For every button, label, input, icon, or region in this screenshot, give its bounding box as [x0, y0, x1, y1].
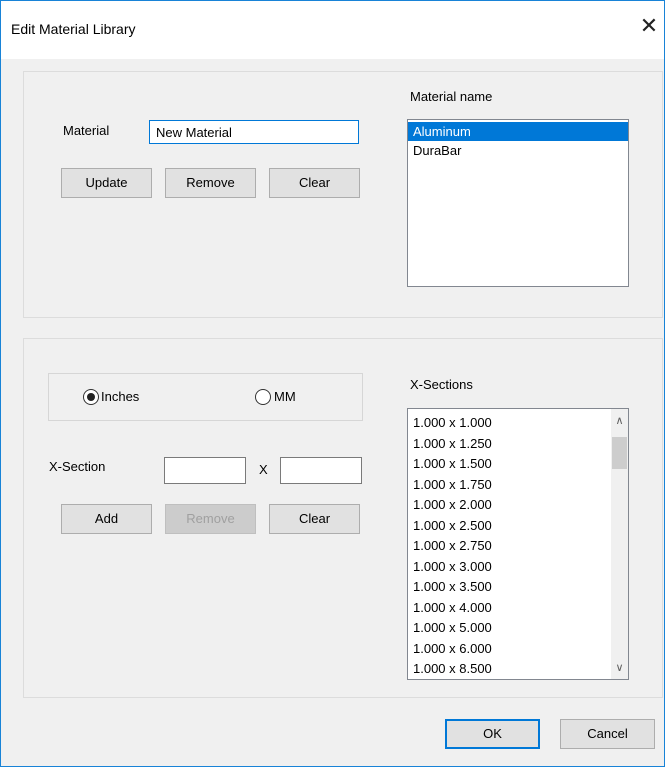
xsection-list-item[interactable]: 1.000 x 5.000	[408, 618, 611, 639]
scroll-up-arrow-icon[interactable]: ∧	[611, 412, 628, 429]
ok-button[interactable]: OK	[445, 719, 540, 749]
xsection-list-item[interactable]: 1.000 x 1.000	[408, 413, 611, 434]
edit-material-library-dialog: Edit Material Library ✕ Material New Mat…	[0, 0, 665, 767]
scroll-down-arrow-icon[interactable]: ∨	[611, 659, 628, 676]
add-xsection-button[interactable]: Add	[61, 504, 152, 534]
xsections-scrollbar[interactable]: ∧ ∨	[611, 409, 628, 679]
material-label: Material	[63, 123, 110, 138]
xsection-list-item[interactable]: 1.000 x 3.000	[408, 557, 611, 578]
update-button[interactable]: Update	[61, 168, 152, 198]
cancel-button[interactable]: Cancel	[560, 719, 655, 749]
xsection-list-item[interactable]: 1.000 x 8.500	[408, 659, 611, 679]
xsection-label: X-Section	[49, 459, 106, 474]
xsection-list-item[interactable]: 1.000 x 1.250	[408, 434, 611, 455]
inches-label: Inches	[101, 389, 140, 404]
mm-label: MM	[274, 389, 296, 404]
dialog-title: Edit Material Library	[11, 21, 136, 37]
material-input[interactable]: New Material	[149, 120, 359, 144]
xsection-list-item[interactable]: 1.000 x 2.750	[408, 536, 611, 557]
xsection-list-item[interactable]: 1.000 x 6.000	[408, 639, 611, 660]
xsections-header: X-Sections	[410, 377, 473, 392]
xsections-items: 1.000 x 1.000 1.000 x 1.250 1.000 x 1.500 1…	[408, 413, 611, 679]
xsection-list-item[interactable]: 1.000 x 1.750	[408, 475, 611, 496]
xsection-height-input[interactable]	[280, 457, 362, 484]
close-icon[interactable]: ✕	[637, 15, 661, 39]
x-separator: X	[259, 462, 268, 477]
xsection-width-input[interactable]	[164, 457, 246, 484]
inches-radio[interactable]	[83, 389, 99, 405]
clear-xsection-button[interactable]: Clear	[269, 504, 360, 534]
xsections-listbox[interactable]: 1.000 x 1.000 1.000 x 1.250 1.000 x 1.500 1…	[407, 408, 629, 680]
clear-material-button[interactable]: Clear	[269, 168, 360, 198]
xsection-list-item[interactable]: 1.000 x 4.000	[408, 598, 611, 619]
xsection-list-item[interactable]: 1.000 x 2.000	[408, 495, 611, 516]
title-bar: Edit Material Library ✕	[1, 1, 664, 59]
remove-xsection-button[interactable]: Remove	[165, 504, 256, 534]
xsection-list-item[interactable]: 1.000 x 2.500	[408, 516, 611, 537]
material-list-item[interactable]: DuraBar	[408, 141, 628, 160]
xsection-list-item[interactable]: 1.000 x 3.500	[408, 577, 611, 598]
material-name-header: Material name	[410, 89, 493, 104]
scroll-thumb[interactable]	[612, 437, 627, 469]
remove-material-button[interactable]: Remove	[165, 168, 256, 198]
xsection-list-item[interactable]: 1.000 x 1.500	[408, 454, 611, 475]
mm-radio[interactable]	[255, 389, 271, 405]
material-list-item[interactable]: Aluminum	[408, 122, 628, 141]
material-listbox[interactable]: Aluminum DuraBar	[407, 119, 629, 287]
